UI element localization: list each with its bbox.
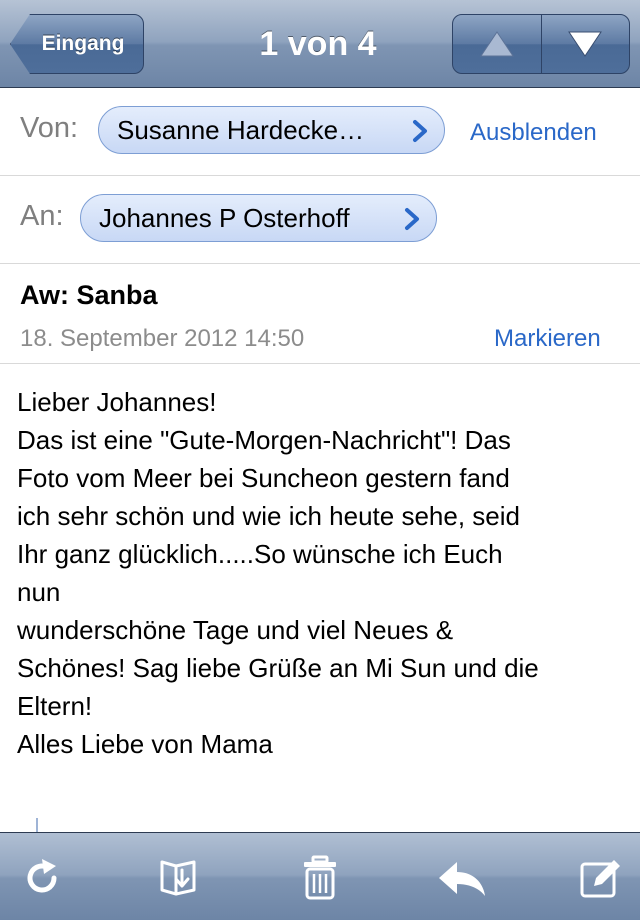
reply-button[interactable] [434,853,490,903]
reply-icon [439,862,485,896]
from-row: Von: Susanne Hardecke… Ausblenden [0,88,640,176]
body-line: Ihr ganz glücklich.....So wünsche ich Eu… [17,539,503,569]
move-button[interactable] [153,853,203,903]
body-line: Lieber Johannes! [17,387,217,417]
recipient-name: Johannes P Osterhoff [99,202,350,233]
next-message-button[interactable] [540,15,630,73]
body-line: Das ist eine "Gute-Morgen-Nachricht"! Da… [17,425,511,455]
recipient-contact-button[interactable]: Johannes P Osterhoff [80,194,437,242]
triangle-up-icon [479,31,514,57]
body-line: wunderschöne Tage und viel Neues & [17,615,454,645]
triangle-down-icon [568,31,603,57]
message-body: Lieber Johannes! Das ist eine "Gute-Morg… [17,383,629,763]
compose-button[interactable] [575,853,625,903]
sender-name: Susanne Hardecke… [117,114,365,145]
body-line: nun [17,577,61,607]
body-line: Schönes! Sag liebe Grüße an Mi Sun und d… [17,653,539,683]
refresh-button[interactable] [17,853,67,903]
to-label: An: [20,200,64,232]
sender-contact-button[interactable]: Susanne Hardecke… [98,106,445,154]
body-line: ich sehr schön und wie ich heute sehe, s… [17,501,520,531]
trash-icon [304,855,336,900]
navigation-bar: Eingang 1 von 4 [0,0,640,88]
message-date: 18. September 2012 14:50 [20,325,305,352]
to-row: An: Johannes P Osterhoff [0,176,640,264]
compose-icon [580,860,620,898]
back-button-inbox[interactable]: Eingang [10,14,144,74]
move-to-folder-icon [160,860,196,896]
refresh-icon [27,859,57,893]
chevron-right-icon [413,120,427,142]
message-subject: Aw: Sanba [20,280,158,310]
message-position-title: 1 von 4 [259,24,377,63]
body-line: Eltern! [17,691,93,721]
message-navigation-control [452,14,630,74]
previous-message-button[interactable] [453,15,541,73]
body-line: Foto vom Meer bei Suncheon gestern fand [17,463,510,493]
bottom-toolbar [0,832,640,920]
back-button-label: Eingang [41,32,125,55]
body-line: Alles Liebe von Mama [17,729,273,759]
delete-button[interactable] [295,853,345,903]
from-label: Von: [20,112,79,144]
mark-message-link[interactable]: Markieren [494,325,601,353]
hide-details-link[interactable]: Ausblenden [470,119,597,147]
chevron-right-icon [405,208,419,230]
